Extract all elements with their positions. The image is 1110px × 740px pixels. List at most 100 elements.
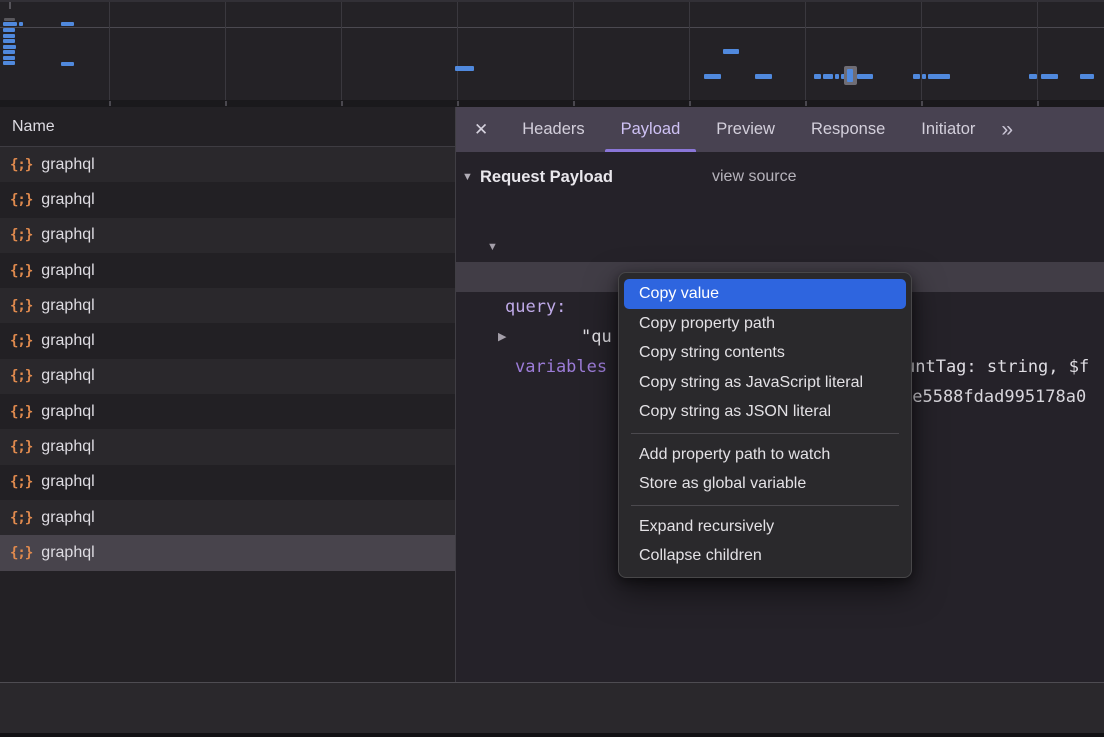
network-request-row[interactable]: {;} graphql [0, 323, 455, 358]
waterfall-bar [857, 74, 873, 79]
overview-gridline [689, 2, 690, 102]
tab-initiator[interactable]: Initiator [903, 107, 993, 152]
ruler-tick [457, 101, 459, 106]
waterfall-bar [755, 74, 772, 79]
network-request-row[interactable]: {;}graphql [0, 500, 455, 535]
request-payload-header: ▼ Request Payload view source [456, 162, 1104, 192]
json-braces-icon: {;} [10, 157, 32, 173]
close-details-button[interactable]: ✕ [474, 120, 488, 140]
tab-response[interactable]: Response [793, 107, 903, 152]
network-request-row[interactable]: {;}graphql [0, 429, 455, 464]
property-preview-right-fragment: ee5588fdad995178a0 [902, 382, 1086, 412]
network-request-row[interactable]: {;} graphql [0, 182, 455, 217]
network-request-row[interactable]: {;}graphql [0, 253, 455, 288]
waterfall-bar [3, 28, 15, 32]
waterfall-bar [3, 22, 17, 26]
ruler-tick [1037, 101, 1039, 106]
waterfall-bar [455, 66, 474, 71]
request-payload-title: Request Payload [480, 162, 613, 192]
menu-item-expand-recursively[interactable]: Expand recursively [619, 512, 911, 542]
payload-root-row[interactable]: ▼ {operationName: "ipFlowTimeseries", va… [456, 202, 1104, 232]
network-request-row[interactable]: {;} graphql [0, 147, 455, 182]
requests-list: {;} graphql {;} graphql {;} graphql {;} graphql… [0, 147, 455, 571]
waterfall-bar [814, 74, 821, 79]
collapse-section-icon[interactable]: ▼ [462, 162, 473, 192]
json-braces-icon: {;} [10, 192, 32, 208]
request-name-label: graphql [41, 473, 94, 491]
menu-item-copy-string-as-javascript-literal[interactable]: Copy string as JavaScript literal [619, 368, 911, 398]
ruler-tick [805, 101, 807, 106]
request-name-label: graphql [41, 297, 94, 315]
waterfall-bar [3, 45, 16, 49]
menu-item-add-property-path-to-watch[interactable]: Add property path to watch [619, 440, 911, 470]
waterfall-bar [61, 62, 74, 66]
menu-item-copy-value[interactable]: Copy value [624, 279, 906, 309]
summary-band [0, 683, 1104, 733]
menu-item-copy-string-contents[interactable]: Copy string contents [619, 338, 911, 368]
json-braces-icon: {;} [10, 474, 32, 490]
waterfall-bar [61, 22, 74, 26]
property-value-left-fragment: "qu [581, 322, 612, 352]
waterfall-bar [913, 74, 920, 79]
payload-operationname-row[interactable]: operationName: "ipFlowTimeseries" [456, 232, 1104, 262]
request-name-label: graphql [41, 226, 94, 244]
waterfall-bar [704, 74, 721, 79]
menu-item-copy-string-as-json-literal[interactable]: Copy string as JSON literal [619, 397, 911, 427]
overview-gridline [109, 2, 110, 102]
overview-ruler-strip [0, 100, 1104, 107]
waterfall-bar [1029, 74, 1037, 79]
expander-icon[interactable]: ▶ [498, 322, 506, 352]
waterfall-bar [1080, 74, 1094, 79]
overview-gridline [921, 2, 922, 102]
network-overview[interactable] [0, 0, 1104, 102]
ruler-tick [109, 101, 111, 106]
json-braces-icon: {;} [10, 227, 32, 243]
waterfall-bar [4, 18, 15, 21]
request-name-label: graphql [41, 332, 94, 350]
request-name-label: graphql [41, 191, 94, 209]
request-name-label: graphql [41, 156, 94, 174]
ruler-tick [573, 101, 575, 106]
more-tabs-button[interactable]: » [1001, 118, 1013, 142]
network-request-row[interactable]: {;} graphql [0, 218, 455, 253]
request-name-label: graphql [41, 544, 94, 562]
menu-item-copy-property-path[interactable]: Copy property path [619, 309, 911, 339]
network-request-row[interactable]: {;}graphql [0, 394, 455, 429]
waterfall-bar [3, 61, 15, 65]
json-braces-icon: {;} [10, 333, 32, 349]
view-source-link[interactable]: view source [712, 162, 796, 192]
name-column-header[interactable]: Name [0, 107, 455, 147]
tab-preview[interactable]: Preview [698, 107, 793, 152]
overview-gridline [457, 2, 458, 102]
devtools-content: Name {;}graphql{;}graphql{;}graphql{;}gr… [0, 0, 1104, 737]
status-bar [0, 733, 1104, 737]
waterfall-bar [19, 22, 23, 26]
network-request-row[interactable]: {;}graphql [0, 288, 455, 323]
tabs-holder: HeadersPayloadPreviewResponseInitiator [504, 107, 993, 152]
name-column-label: Name [12, 118, 55, 135]
waterfall-bar [3, 34, 15, 38]
menu-separator [631, 433, 899, 434]
network-request-row[interactable]: {;}graphql [0, 359, 455, 394]
waterfall-bar [922, 74, 926, 79]
menu-item-collapse-children[interactable]: Collapse children [619, 541, 911, 571]
ruler-tick [341, 101, 343, 106]
network-request-row[interactable]: {;} graphql [0, 465, 455, 500]
devtools-window: Name {;}graphql{;}graphql{;}graphql{;}gr… [0, 0, 1110, 740]
context-menu: Copy valueCopy property pathCopy string … [618, 272, 912, 578]
ruler-tick [921, 101, 923, 106]
menu-item-store-as-global-variable[interactable]: Store as global variable [619, 469, 911, 499]
request-name-label: graphql [41, 438, 94, 456]
overview-gridline-horizontal [0, 27, 1104, 28]
waterfall-bar [928, 74, 950, 79]
overview-top-tick [9, 2, 11, 9]
tab-payload[interactable]: Payload [603, 107, 699, 152]
network-request-row[interactable]: {;}graphql [0, 535, 455, 570]
request-name-label: graphql [41, 262, 94, 280]
tab-headers[interactable]: Headers [504, 107, 602, 152]
waterfall-bar [723, 49, 739, 54]
json-braces-icon: {;} [10, 510, 32, 526]
request-name-label: graphql [41, 367, 94, 385]
waterfall-bar [823, 74, 833, 79]
overview-gridline [225, 2, 226, 102]
